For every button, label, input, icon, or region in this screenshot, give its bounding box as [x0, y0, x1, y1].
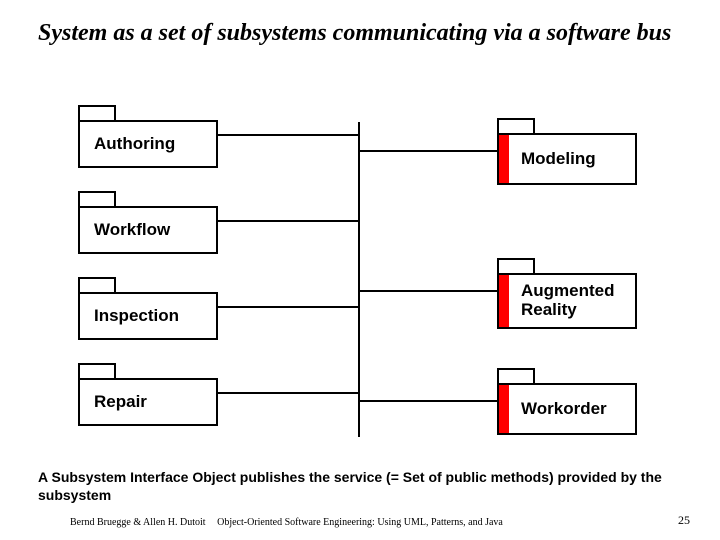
connector-workflow — [215, 220, 359, 222]
software-bus-diagram: Authoring Workflow Inspection Repair — [0, 90, 720, 440]
footer-book-title: Object-Oriented Software Engineering: Us… — [0, 517, 720, 528]
package-label: Workorder — [499, 399, 607, 419]
package-label: Authoring — [80, 134, 175, 154]
package-label: Repair — [80, 392, 147, 412]
connector-inspection — [215, 306, 359, 308]
package-label: Workflow — [80, 220, 170, 240]
package-body: Workorder — [497, 383, 637, 435]
package-label: Augmented Reality — [499, 282, 615, 319]
footer-page-number: 25 — [678, 513, 690, 528]
bus-vertical — [358, 122, 360, 437]
connector-repair — [215, 392, 359, 394]
slide: System as a set of subsystems communicat… — [0, 0, 720, 540]
package-body: Augmented Reality — [497, 273, 637, 329]
connector-authoring — [215, 134, 359, 136]
package-body: Inspection — [78, 292, 218, 340]
package-label: Inspection — [80, 306, 179, 326]
connector-modeling — [359, 150, 499, 152]
package-label: Modeling — [499, 149, 596, 169]
connector-workorder — [359, 400, 499, 402]
connector-augmented — [359, 290, 499, 292]
package-body: Modeling — [497, 133, 637, 185]
package-body: Authoring — [78, 120, 218, 168]
package-body: Workflow — [78, 206, 218, 254]
package-body: Repair — [78, 378, 218, 426]
slide-title: System as a set of subsystems communicat… — [38, 18, 690, 48]
caption-text: A Subsystem Interface Object publishes t… — [38, 468, 682, 504]
